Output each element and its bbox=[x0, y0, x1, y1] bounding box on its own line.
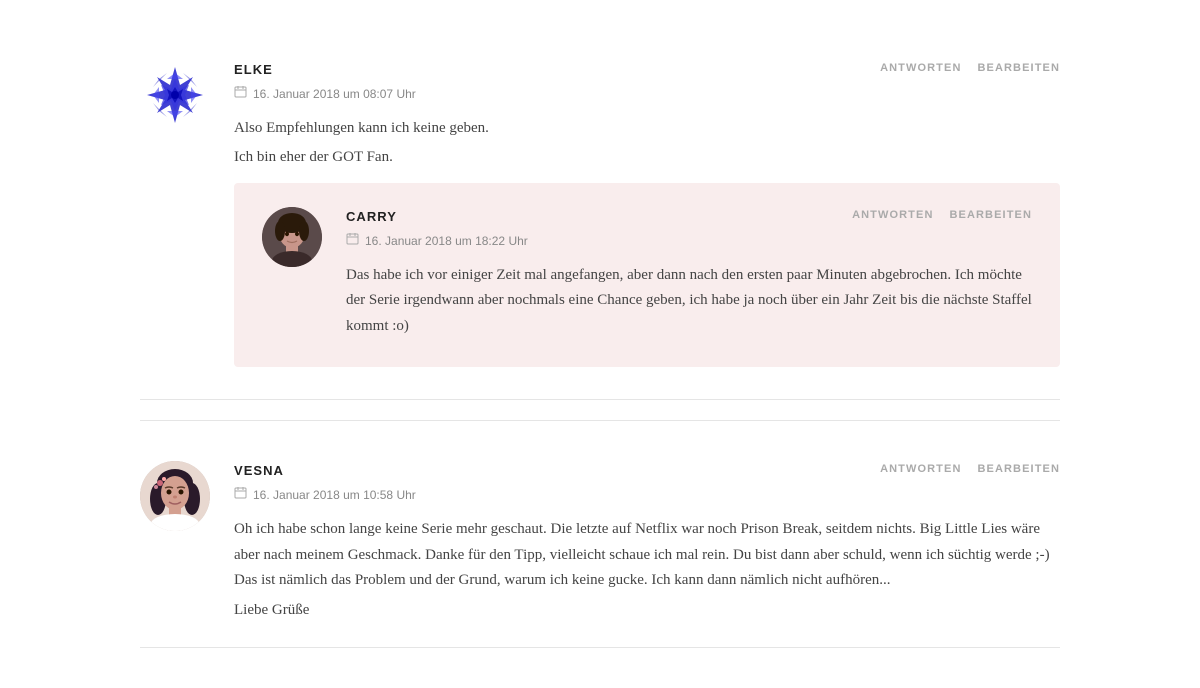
calendar-icon-elke bbox=[234, 85, 247, 104]
comment-elke-actions: ANTWORTEN BEARBEITEN bbox=[880, 60, 1060, 78]
nested-wrapper-carry: CARRY bbox=[234, 183, 1060, 367]
comment-elke: ELKE 16. Januar 2018 um 08:07 Uhr bbox=[140, 20, 1060, 421]
avatar-vesna bbox=[140, 461, 210, 531]
vesna-text2: Liebe Grüße bbox=[234, 598, 1060, 624]
author-vesna: VESNA bbox=[234, 461, 880, 482]
calendar-icon-vesna bbox=[234, 486, 247, 505]
date-text-carry: 16. Januar 2018 um 18:22 Uhr bbox=[365, 232, 528, 251]
comment-carry-meta: CARRY bbox=[346, 207, 852, 251]
date-text-elke: 16. Januar 2018 um 08:07 Uhr bbox=[253, 85, 416, 104]
author-elke: ELKE bbox=[234, 60, 880, 81]
comment-vesna: VESNA 16. Januar 2018 um 10:58 Uh bbox=[140, 421, 1060, 668]
carry-text: Das habe ich vor einiger Zeit mal angefa… bbox=[346, 263, 1032, 340]
page-wrapper: ELKE 16. Januar 2018 um 08:07 Uhr bbox=[100, 0, 1100, 688]
comment-carry-header: CARRY bbox=[346, 207, 1032, 251]
comment-elke-meta: ELKE 16. Januar 2018 um 08:07 Uhr bbox=[234, 60, 880, 104]
comment-elke-text: Also Empfehlungen kann ich keine geben. … bbox=[234, 116, 1060, 171]
comment-vesna-body: VESNA 16. Januar 2018 um 10:58 Uh bbox=[234, 461, 1060, 627]
comment-carry: CARRY bbox=[234, 183, 1060, 367]
calendar-icon-carry bbox=[346, 232, 359, 251]
comment-carry-body: CARRY bbox=[346, 207, 1032, 343]
date-elke: 16. Januar 2018 um 08:07 Uhr bbox=[234, 85, 880, 104]
comment-carry-actions: ANTWORTEN BEARBEITEN bbox=[852, 207, 1032, 225]
reply-button-elke[interactable]: ANTWORTEN bbox=[880, 60, 961, 78]
vesna-text: Oh ich habe schon lange keine Serie mehr… bbox=[234, 517, 1060, 594]
comment-vesna-text: Oh ich habe schon lange keine Serie mehr… bbox=[234, 517, 1060, 623]
comment-vesna-header: VESNA 16. Januar 2018 um 10:58 Uh bbox=[234, 461, 1060, 505]
elke-text-line2: Ich bin eher der GOT Fan. bbox=[234, 145, 1060, 171]
author-carry: CARRY bbox=[346, 207, 852, 228]
avatar-carry bbox=[262, 207, 322, 267]
comment-vesna-meta: VESNA 16. Januar 2018 um 10:58 Uh bbox=[234, 461, 880, 505]
date-vesna: 16. Januar 2018 um 10:58 Uhr bbox=[234, 486, 880, 505]
date-carry: 16. Januar 2018 um 18:22 Uhr bbox=[346, 232, 852, 251]
edit-button-elke[interactable]: BEARBEITEN bbox=[977, 60, 1060, 78]
comment-elke-body: ELKE 16. Januar 2018 um 08:07 Uhr bbox=[234, 60, 1060, 379]
comment-elke-inner: ELKE 16. Januar 2018 um 08:07 Uhr bbox=[140, 40, 1060, 400]
edit-button-vesna[interactable]: BEARBEITEN bbox=[977, 461, 1060, 479]
date-text-vesna: 16. Januar 2018 um 10:58 Uhr bbox=[253, 486, 416, 505]
comment-vesna-inner: VESNA 16. Januar 2018 um 10:58 Uh bbox=[140, 441, 1060, 648]
avatar-elke bbox=[140, 60, 210, 130]
reply-button-carry[interactable]: ANTWORTEN bbox=[852, 207, 933, 225]
reply-button-vesna[interactable]: ANTWORTEN bbox=[880, 461, 961, 479]
edit-button-carry[interactable]: BEARBEITEN bbox=[949, 207, 1032, 225]
comment-elke-header: ELKE 16. Januar 2018 um 08:07 Uhr bbox=[234, 60, 1060, 104]
comment-vesna-actions: ANTWORTEN BEARBEITEN bbox=[880, 461, 1060, 479]
elke-text-line1: Also Empfehlungen kann ich keine geben. bbox=[234, 116, 1060, 142]
comment-carry-text: Das habe ich vor einiger Zeit mal angefa… bbox=[346, 263, 1032, 340]
